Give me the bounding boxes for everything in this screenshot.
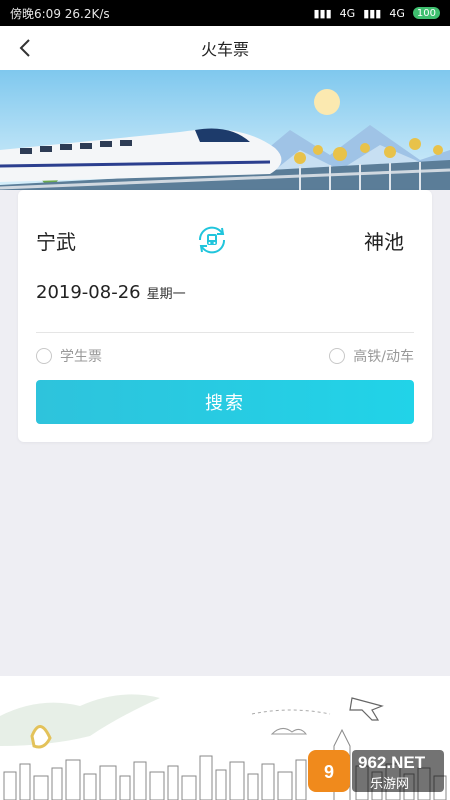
search-button[interactable]: 搜索 (36, 380, 414, 424)
travel-date: 2019-08-26 (36, 282, 141, 303)
train-banner (0, 70, 450, 190)
from-station[interactable]: 宁武 (36, 226, 76, 255)
divider (36, 332, 414, 333)
battery-icon: 100 (412, 7, 440, 19)
status-bar: 傍晚6:09 26.2K/s ▮▮▮ 4G ▮▮▮ 4G 100 (0, 0, 450, 26)
page-title: 火车票 (200, 40, 249, 59)
watermark-subtitle: 乐游网 (370, 777, 410, 792)
date-selector[interactable]: 2019-08-26 星期一 (36, 282, 414, 312)
status-indicators: ▮▮▮ 4G ▮▮▮ 4G 100 (313, 6, 440, 20)
back-button[interactable] (12, 34, 40, 62)
high-speed-label: 高铁/动车 (353, 349, 414, 365)
high-speed-option[interactable]: 高铁/动车 (329, 346, 414, 366)
status-time-speed: 傍晚6:09 26.2K/s (10, 6, 110, 21)
student-ticket-radio[interactable] (36, 348, 52, 364)
watermark-brand: 962.NET (358, 753, 426, 772)
svg-text:9: 9 (324, 762, 334, 782)
student-ticket-option[interactable]: 学生票 (36, 346, 102, 366)
chevron-left-icon (19, 39, 30, 57)
swap-stations-button[interactable] (194, 222, 230, 258)
signal-icon: ▮▮▮ (313, 6, 332, 20)
site-watermark: 9 962.NET 乐游网 (308, 750, 444, 792)
network-label-2: 4G (389, 6, 405, 20)
travel-weekday: 星期一 (146, 287, 186, 302)
nav-bar: 火车票 (0, 26, 450, 70)
station-row: 宁武 神池 (18, 220, 432, 260)
swap-train-icon (198, 226, 226, 254)
to-station[interactable]: 神池 (364, 226, 404, 255)
signal-icon-2: ▮▮▮ (363, 6, 382, 20)
ticket-options: 学生票 高铁/动车 (36, 346, 414, 368)
high-speed-radio[interactable] (329, 348, 346, 364)
network-label-1: 4G (339, 6, 356, 20)
student-ticket-label: 学生票 (60, 349, 102, 365)
search-card: 宁武 神池 2019-08-26 星期一 学生票 高铁/动车 搜索 (18, 190, 432, 442)
